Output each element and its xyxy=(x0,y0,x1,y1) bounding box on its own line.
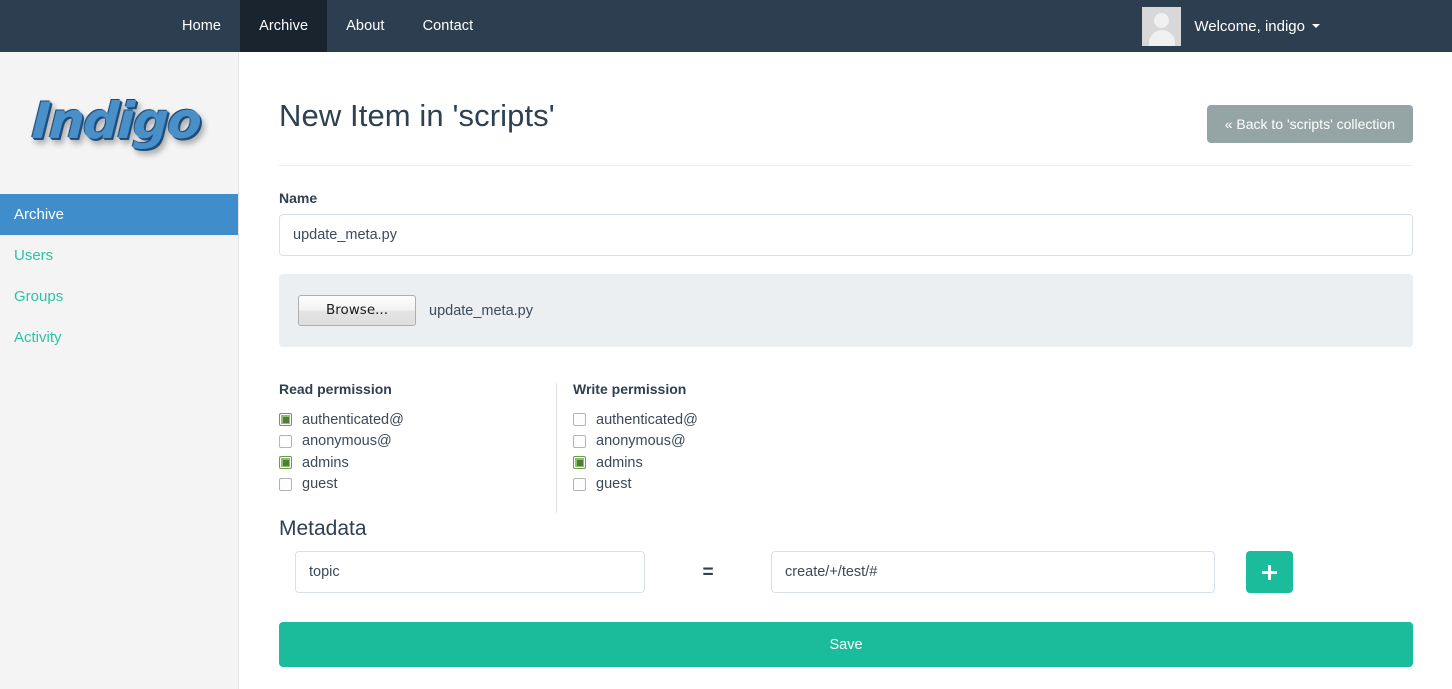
checkbox-checked-icon[interactable] xyxy=(279,413,292,427)
caret-down-icon xyxy=(1312,24,1320,28)
back-to-collection-button[interactable]: « Back to 'scripts' collection xyxy=(1206,105,1413,143)
file-upload-panel[interactable]: Browse... update_meta.py xyxy=(279,274,1413,347)
main-content: New Item in 'scripts' « Back to 'scripts… xyxy=(240,52,1452,689)
write-perm-row-guest[interactable]: guest xyxy=(573,474,815,496)
read-permission-title: Read permission xyxy=(279,381,392,397)
checkbox-unchecked-icon[interactable] xyxy=(573,413,586,427)
read-perm-label-anonymous: anonymous@ xyxy=(302,433,392,449)
nav-item-home[interactable]: Home xyxy=(163,0,240,52)
permissions-section: Read permission authenticated@ anonymous… xyxy=(279,381,1413,513)
read-perm-row-admins[interactable]: admins xyxy=(279,452,537,474)
checkbox-unchecked-icon[interactable] xyxy=(573,477,586,491)
user-menu[interactable]: Welcome, indigo xyxy=(1142,0,1452,52)
metadata-equals-sign: = xyxy=(702,561,714,583)
write-perm-label-guest: guest xyxy=(596,476,632,492)
metadata-title: Metadata xyxy=(279,517,367,540)
nav-item-archive[interactable]: Archive xyxy=(240,0,328,52)
metadata-key-input[interactable] xyxy=(295,551,645,593)
name-field-label: Name xyxy=(279,190,318,206)
brand-logo[interactable]: Indigo xyxy=(0,52,238,190)
checkbox-unchecked-icon[interactable] xyxy=(279,434,292,448)
save-button[interactable]: Save xyxy=(279,622,1413,667)
write-perm-label-admins: admins xyxy=(596,454,643,471)
sidebar-item-activity[interactable]: Activity xyxy=(0,317,238,358)
nav-item-about[interactable]: About xyxy=(327,0,403,52)
nav-item-contact[interactable]: Contact xyxy=(404,0,493,52)
primary-nav: Home Archive About Contact xyxy=(163,0,492,52)
browse-button[interactable]: Browse... xyxy=(298,295,416,326)
plus-icon xyxy=(1262,564,1277,580)
sidebar-item-archive[interactable]: Archive xyxy=(0,194,238,235)
add-metadata-button[interactable] xyxy=(1246,551,1293,593)
read-perm-row-anonymous[interactable]: anonymous@ xyxy=(279,431,537,453)
write-perm-row-anonymous[interactable]: anonymous@ xyxy=(573,431,815,453)
sidebar-item-groups[interactable]: Groups xyxy=(0,276,238,317)
header-divider xyxy=(279,165,1413,166)
checkbox-unchecked-icon[interactable] xyxy=(573,434,586,448)
write-perm-row-admins[interactable]: admins xyxy=(573,452,815,474)
write-permission-column: Write permission authenticated@ anonymou… xyxy=(557,381,835,495)
permissions-divider xyxy=(556,383,557,513)
metadata-row: = xyxy=(279,551,1413,593)
write-permission-title: Write permission xyxy=(573,381,687,397)
checkbox-unchecked-icon[interactable] xyxy=(279,477,292,491)
read-perm-label-authenticated: authenticated@ xyxy=(302,411,404,428)
write-perm-label-anonymous: anonymous@ xyxy=(596,433,686,449)
user-menu-toggle[interactable]: Welcome, indigo xyxy=(1194,18,1320,35)
read-perm-row-authenticated[interactable]: authenticated@ xyxy=(279,409,537,431)
sidebar-menu: Archive Users Groups Activity xyxy=(0,194,238,358)
checkbox-checked-icon[interactable] xyxy=(279,456,292,470)
read-perm-label-guest: guest xyxy=(302,476,338,492)
selected-file-name: update_meta.py xyxy=(429,302,533,319)
user-avatar-placeholder-icon xyxy=(1142,6,1182,46)
sidebar: Indigo Archive Users Groups Activity xyxy=(0,52,239,689)
write-perm-label-authenticated: authenticated@ xyxy=(596,411,698,428)
avatar-body-shape xyxy=(1148,29,1175,46)
read-permission-column: Read permission authenticated@ anonymous… xyxy=(279,381,557,495)
welcome-label: Welcome, indigo xyxy=(1194,17,1305,35)
write-perm-row-authenticated[interactable]: authenticated@ xyxy=(573,409,815,431)
read-perm-row-guest[interactable]: guest xyxy=(279,474,537,496)
metadata-value-input[interactable] xyxy=(771,551,1215,593)
page-header: New Item in 'scripts' « Back to 'scripts… xyxy=(279,52,1413,143)
read-perm-label-admins: admins xyxy=(302,454,349,471)
sidebar-item-users[interactable]: Users xyxy=(0,235,238,276)
avatar-head-shape xyxy=(1154,12,1170,28)
top-navbar: Home Archive About Contact Welcome, indi… xyxy=(0,0,1452,52)
logo-text: Indigo xyxy=(30,92,207,150)
checkbox-checked-icon[interactable] xyxy=(573,456,586,470)
name-input[interactable] xyxy=(279,214,1413,256)
page-title: New Item in 'scripts' xyxy=(279,98,555,133)
